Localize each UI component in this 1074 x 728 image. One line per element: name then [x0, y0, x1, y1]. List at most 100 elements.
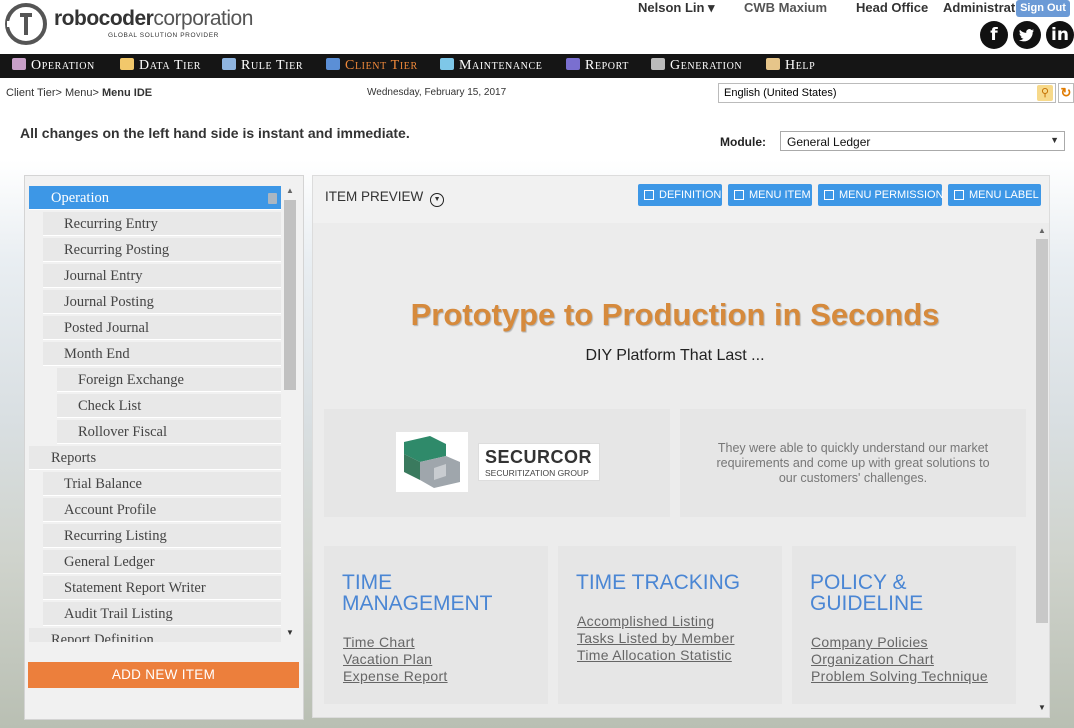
nav-data-tier[interactable]: Data Tier: [120, 54, 201, 78]
help-icon: [766, 58, 780, 70]
facebook-icon[interactable]: f: [980, 21, 1008, 49]
feature-link-organization-chart[interactable]: Organization Chart: [811, 651, 934, 667]
nav-client-tier[interactable]: Client Tier: [326, 54, 418, 78]
logo-wordmark: robocodercorporation: [54, 7, 253, 30]
sign-out-button[interactable]: Sign Out: [1016, 0, 1070, 17]
add-new-item-button[interactable]: ADD NEW ITEM: [28, 662, 299, 688]
tree-item-journal-entry[interactable]: Journal Entry: [43, 264, 281, 288]
scroll-up-icon[interactable]: ▲: [1038, 226, 1046, 235]
tree-item-check-list[interactable]: Check List: [57, 394, 281, 418]
feature-link-time-allocation-statistic[interactable]: Time Allocation Statistic: [577, 647, 732, 663]
tree-item-label: Posted Journal: [64, 320, 149, 336]
tree-item-journal-posting[interactable]: Journal Posting: [43, 290, 281, 314]
definition-button[interactable]: DEFINITION: [638, 184, 722, 206]
nav-operation[interactable]: Operation: [12, 54, 95, 78]
linkedin-icon[interactable]: in: [1046, 21, 1074, 49]
nav-label: Data Tier: [139, 58, 202, 73]
user-menu[interactable]: Nelson Lin ▾: [638, 0, 715, 16]
tree-item-operation[interactable]: Operation: [29, 186, 281, 210]
feature-card-title-line: TIME TRACKING: [576, 571, 741, 594]
tree-scrollbar[interactable]: ▲ ▼: [283, 186, 297, 642]
nav-generation[interactable]: Generation: [651, 54, 742, 78]
nav-report[interactable]: Report: [566, 54, 629, 78]
feature-card-title: TIME TRACKING: [576, 572, 776, 593]
breadcrumb: Client Tier> Menu> Menu IDE: [6, 87, 152, 99]
toolbar-label: MENU PERMISSION: [839, 189, 944, 201]
scroll-up-icon[interactable]: ▲: [286, 186, 294, 195]
tree-item-statement-report-writer[interactable]: Statement Report Writer: [43, 576, 281, 600]
hero-title: Prototype to Production in Seconds: [410, 297, 940, 332]
twitter-bird-icon: [1019, 29, 1034, 42]
preview-scrollbar[interactable]: ▲ ▼: [1035, 223, 1049, 717]
nav-label: Rule Tier: [241, 58, 304, 73]
trash-icon[interactable]: [268, 193, 277, 204]
external-link-icon: [734, 190, 744, 200]
language-select[interactable]: English (United States) ⚲: [718, 83, 1056, 103]
feature-card: POLICY & GUIDELINE Company Policies Organiz…: [792, 546, 1016, 704]
maintenance-icon: [440, 58, 454, 70]
feature-link-time-chart[interactable]: Time Chart: [343, 634, 415, 650]
tree-item-trial-balance[interactable]: Trial Balance: [43, 472, 281, 496]
tree-item-rollover-fiscal[interactable]: Rollover Fiscal: [57, 420, 281, 444]
tree-scroll-thumb[interactable]: [284, 200, 296, 390]
branch-link[interactable]: Head Office: [856, 0, 928, 15]
nav-maintenance[interactable]: Maintenance: [440, 54, 542, 78]
preview-content: Prototype to Production in Seconds DIY P…: [313, 223, 1037, 717]
tree-item-recurring-entry[interactable]: Recurring Entry: [43, 212, 281, 236]
menu-tree-panel: Operation Recurring Entry Recurring Postin…: [24, 175, 304, 720]
feature-link-expense-report[interactable]: Expense Report: [343, 668, 448, 684]
tree-item-account-profile[interactable]: Account Profile: [43, 498, 281, 522]
tree-item-audit-trail-listing[interactable]: Audit Trail Listing: [43, 602, 281, 626]
search-icon[interactable]: ⚲: [1037, 85, 1053, 101]
tree-item-foreign-exchange[interactable]: Foreign Exchange: [57, 368, 281, 392]
breadcrumb-path[interactable]: Client Tier> Menu>: [6, 87, 102, 99]
tree-item-recurring-posting[interactable]: Recurring Posting: [43, 238, 281, 262]
tree-item-label: Statement Report Writer: [64, 580, 206, 596]
nav-help[interactable]: Help: [766, 54, 815, 78]
data-tier-icon: [120, 58, 134, 70]
feature-link-accomplished-listing[interactable]: Accomplished Listing: [577, 613, 715, 629]
tree-item-label: Check List: [78, 398, 142, 414]
tree-item-label: Journal Posting: [64, 294, 154, 310]
tree-item-label: Recurring Entry: [64, 216, 158, 232]
refresh-icon[interactable]: ↻: [1058, 83, 1074, 103]
feature-link-problem-solving-technique[interactable]: Problem Solving Technique: [811, 668, 988, 684]
scroll-down-icon[interactable]: ▼: [1038, 703, 1046, 712]
tree-item-month-end[interactable]: Month End: [43, 342, 281, 366]
organization-link[interactable]: CWB Maxium: [744, 0, 827, 15]
tree-item-posted-journal[interactable]: Posted Journal: [43, 316, 281, 340]
feature-card-title-line: GUIDELINE: [810, 592, 924, 615]
menu-permission-button[interactable]: MENU PERMISSION: [818, 184, 944, 206]
tree-item-general-ledger[interactable]: General Ledger: [43, 550, 281, 574]
item-preview-toggle[interactable]: ITEM PREVIEW ▼: [325, 189, 445, 207]
generation-icon: [651, 58, 665, 70]
feature-card-title: POLICY & GUIDELINE: [810, 572, 1010, 614]
toolbar-label: MENU ITEM: [749, 189, 811, 201]
module-label: Module:: [720, 135, 766, 149]
feature-card: TIME MANAGEMENT Time Chart Vacation Plan Exp…: [324, 546, 548, 704]
nav-label: Operation: [31, 58, 95, 73]
menu-item-button[interactable]: MENU ITEM: [728, 184, 812, 206]
preview-scroll-thumb[interactable]: [1036, 239, 1048, 623]
company-logo[interactable]: robocodercorporation GLOBAL SOLUTION PRO…: [4, 2, 266, 48]
twitter-icon[interactable]: [1013, 21, 1041, 49]
feature-link-tasks-listed-by-member[interactable]: Tasks Listed by Member: [577, 630, 735, 646]
feature-link-vacation-plan[interactable]: Vacation Plan: [343, 651, 432, 667]
main-nav: Operation Data Tier Rule Tier Client Tier Ma…: [0, 54, 1074, 78]
tree-item-reports[interactable]: Reports: [29, 446, 281, 470]
tree-item-recurring-listing[interactable]: Recurring Listing: [43, 524, 281, 548]
client-logo-card: SECURCOR SECURITIZATION GROUP: [324, 409, 670, 517]
tree-item-label: Account Profile: [64, 502, 157, 518]
module-select[interactable]: General Ledger ▼: [780, 131, 1065, 151]
tree-item-label: Trial Balance: [64, 476, 142, 492]
item-preview-title: ITEM PREVIEW: [325, 189, 424, 204]
tree-item-report-definition[interactable]: Report Definition: [29, 628, 281, 642]
nav-rule-tier[interactable]: Rule Tier: [222, 54, 303, 78]
toolbar-label: DEFINITION: [659, 189, 722, 201]
menu-label-button[interactable]: MENU LABEL: [948, 184, 1041, 206]
feature-link-company-policies[interactable]: Company Policies: [811, 634, 928, 650]
tree-item-label: Rollover Fiscal: [78, 424, 168, 440]
tree-item-label: Foreign Exchange: [78, 372, 184, 388]
scroll-down-icon[interactable]: ▼: [286, 628, 294, 637]
hero-subtitle: DIY Platform That Last ...: [585, 347, 765, 364]
